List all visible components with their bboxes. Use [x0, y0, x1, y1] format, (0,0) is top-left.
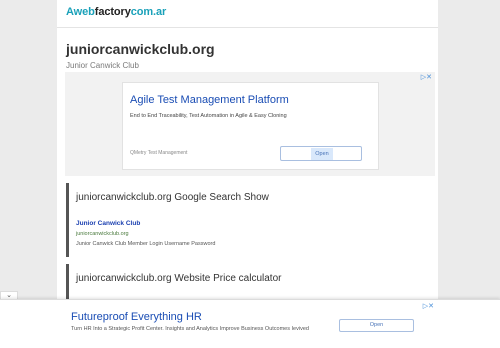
logo-part-domain: com.ar	[130, 6, 167, 18]
page-container: Awebfactorycom.ar juniorcanwickclub.org …	[57, 0, 438, 348]
price-calculator-heading: juniorcanwickclub.org Website Price calc…	[76, 273, 282, 284]
adchoices-icon-bottom[interactable]: ▷✕	[423, 302, 434, 310]
logo-part-factory: factory	[94, 6, 131, 18]
ad-banner-top: ▷✕ Agile Test Management Platform End to…	[65, 72, 435, 176]
top-bar: Awebfactorycom.ar	[57, 0, 438, 28]
ad-card[interactable]: Agile Test Management Platform End to En…	[122, 82, 379, 170]
ad-bottom-headline[interactable]: Futureproof Everything HR	[71, 311, 202, 323]
page-subtitle: Junior Canwick Club	[66, 61, 139, 70]
ad-description: End to End Traceability, Test Automation…	[130, 113, 287, 119]
site-logo[interactable]: Awebfactorycom.ar	[66, 6, 166, 18]
ad-bottom-open-button[interactable]: Open	[339, 319, 414, 332]
search-result-title[interactable]: Junior Canwick Club	[76, 220, 140, 227]
search-show-box: juniorcanwickclub.org Google Search Show…	[66, 183, 433, 257]
ad-banner-bottom[interactable]: ▷✕ Futureproof Everything HR Turn HR Int…	[0, 299, 500, 348]
search-result-snippet: Junior Canwick Club Member Login Usernam…	[76, 241, 216, 247]
search-result-url: juniorcanwickclub.org	[76, 231, 129, 237]
ad-headline[interactable]: Agile Test Management Platform	[130, 94, 289, 106]
ad-brand: QMetry Test Management	[130, 150, 188, 156]
search-show-heading: juniorcanwickclub.org Google Search Show	[76, 192, 269, 203]
ad-open-button[interactable]: Open	[280, 146, 362, 161]
price-calculator-box: juniorcanwickclub.org Website Price calc…	[66, 264, 433, 304]
ad-open-label: Open	[311, 148, 333, 160]
ad-bottom-description: Turn HR Into a Strategic Profit Center. …	[71, 326, 309, 332]
logo-part-aweb: Aweb	[66, 6, 95, 18]
adchoices-icon[interactable]: ▷✕	[421, 73, 432, 81]
page-title: juniorcanwickclub.org	[66, 41, 215, 57]
